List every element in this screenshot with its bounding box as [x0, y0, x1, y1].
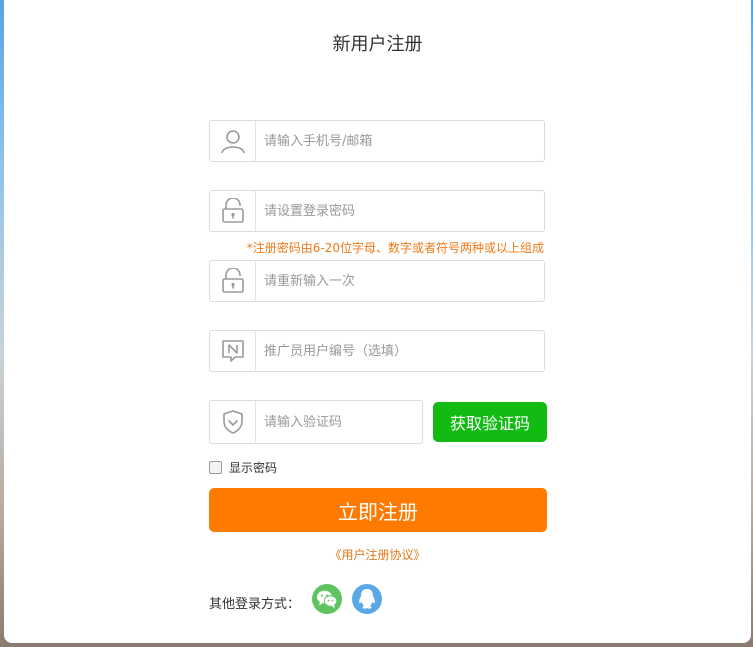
- user-icon: [210, 121, 256, 161]
- password-input[interactable]: [264, 201, 534, 221]
- get-code-button[interactable]: 获取验证码: [433, 402, 547, 442]
- code-input[interactable]: [264, 412, 414, 432]
- show-password-label: 显示密码: [229, 461, 278, 475]
- lock-icon: [210, 261, 256, 301]
- referrer-input[interactable]: [264, 341, 534, 361]
- shield-check-icon: [210, 401, 256, 443]
- password-field[interactable]: [209, 190, 545, 232]
- qq-icon: [359, 589, 375, 609]
- other-login-label: 其他登录方式：: [209, 597, 301, 612]
- show-password-checkbox[interactable]: 显示密码: [209, 459, 277, 476]
- checkbox-box[interactable]: [209, 461, 222, 474]
- account-input[interactable]: [264, 131, 534, 151]
- agreement-row: 《用户注册协议》: [4, 546, 751, 563]
- qq-login-button[interactable]: [352, 584, 382, 614]
- register-button[interactable]: 立即注册: [209, 488, 547, 532]
- agreement-link[interactable]: 《用户注册协议》: [329, 548, 425, 562]
- wechat-icon: [317, 590, 338, 608]
- confirm-password-input[interactable]: [264, 271, 534, 291]
- code-field[interactable]: [209, 400, 423, 444]
- lock-icon: [210, 191, 256, 231]
- confirm-password-field[interactable]: [209, 260, 545, 302]
- page-title: 新用户注册: [332, 34, 423, 55]
- account-field[interactable]: [209, 120, 545, 162]
- badge-n-icon: [210, 331, 256, 371]
- register-card: 新用户注册 *注册密码由6-20位字母、数字或者符号两种或以上组成: [4, 0, 751, 643]
- referrer-field[interactable]: [209, 330, 545, 372]
- password-hint: *注册密码由6-20位字母、数字或者符号两种或以上组成: [246, 241, 544, 255]
- wechat-login-button[interactable]: [312, 584, 342, 614]
